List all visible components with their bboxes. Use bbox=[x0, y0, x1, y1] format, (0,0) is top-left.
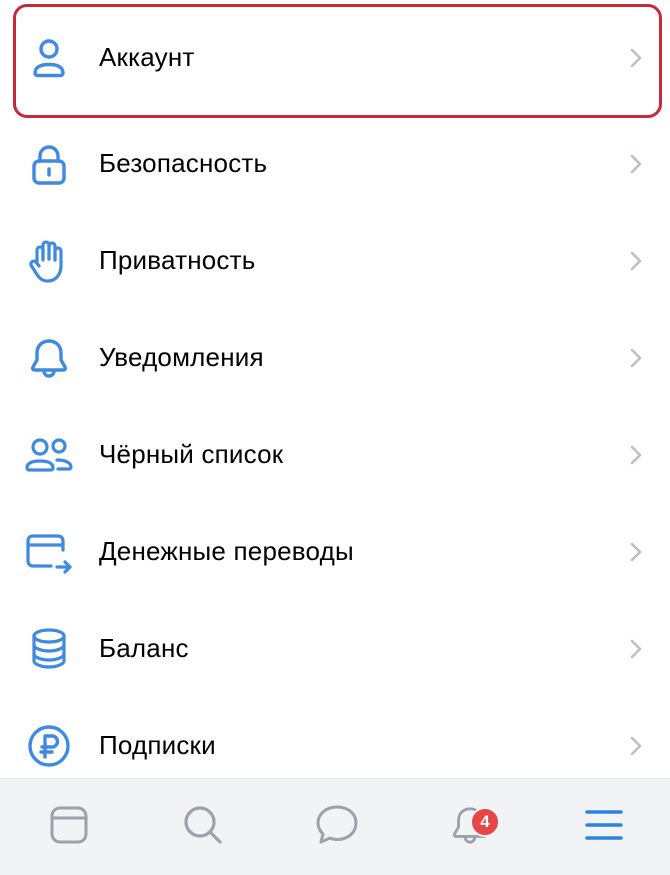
chevron-right-icon bbox=[628, 540, 644, 564]
tab-search[interactable] bbox=[163, 779, 243, 875]
bottom-tab-bar: 4 bbox=[0, 778, 670, 875]
menu-item-label: Баланс bbox=[99, 633, 189, 663]
menu-item-money-transfers[interactable]: Денежные переводы bbox=[0, 503, 670, 600]
menu-item-label: Чёрный список bbox=[99, 439, 284, 469]
menu-item-privacy[interactable]: Приватность bbox=[0, 212, 670, 309]
chevron-right-icon bbox=[628, 152, 644, 176]
card-transfer-icon bbox=[24, 527, 74, 577]
person-icon bbox=[24, 33, 74, 83]
newsfeed-icon bbox=[48, 804, 90, 851]
menu-item-balance[interactable]: Баланс bbox=[0, 600, 670, 697]
hand-icon bbox=[24, 236, 74, 286]
menu-item-label: Денежные переводы bbox=[99, 536, 354, 566]
menu-item-security[interactable]: Безопасность bbox=[0, 115, 670, 212]
chevron-right-icon bbox=[628, 734, 644, 758]
settings-menu-list: Аккаунт Безопасность Приватность Уведомл… bbox=[0, 0, 670, 794]
ruble-icon bbox=[24, 721, 74, 771]
tab-menu[interactable] bbox=[564, 779, 644, 875]
menu-item-label: Подписки bbox=[99, 730, 216, 760]
menu-item-blacklist[interactable]: Чёрный список bbox=[0, 406, 670, 503]
hamburger-menu-icon bbox=[583, 807, 625, 848]
settings-screen: Аккаунт Безопасность Приватность Уведомл… bbox=[0, 0, 670, 875]
chevron-right-icon bbox=[628, 249, 644, 273]
users-icon bbox=[24, 430, 74, 480]
chevron-right-icon bbox=[628, 46, 644, 70]
tab-notifications[interactable]: 4 bbox=[430, 779, 510, 875]
search-icon bbox=[181, 803, 225, 852]
tab-messages[interactable] bbox=[297, 779, 377, 875]
notification-badge: 4 bbox=[470, 807, 500, 837]
bell-icon bbox=[24, 333, 74, 383]
chevron-right-icon bbox=[628, 443, 644, 467]
message-icon bbox=[314, 803, 360, 852]
menu-item-label: Уведомления bbox=[99, 342, 264, 372]
coins-stack-icon bbox=[24, 624, 74, 674]
menu-item-label: Приватность bbox=[99, 245, 256, 275]
lock-icon bbox=[24, 139, 74, 189]
tab-feed[interactable] bbox=[29, 779, 109, 875]
menu-item-notifications[interactable]: Уведомления bbox=[0, 309, 670, 406]
menu-item-account[interactable]: Аккаунт bbox=[0, 0, 670, 118]
chevron-right-icon bbox=[628, 637, 644, 661]
menu-item-label: Безопасность bbox=[99, 148, 268, 178]
menu-item-label: Аккаунт bbox=[99, 42, 195, 72]
chevron-right-icon bbox=[628, 346, 644, 370]
